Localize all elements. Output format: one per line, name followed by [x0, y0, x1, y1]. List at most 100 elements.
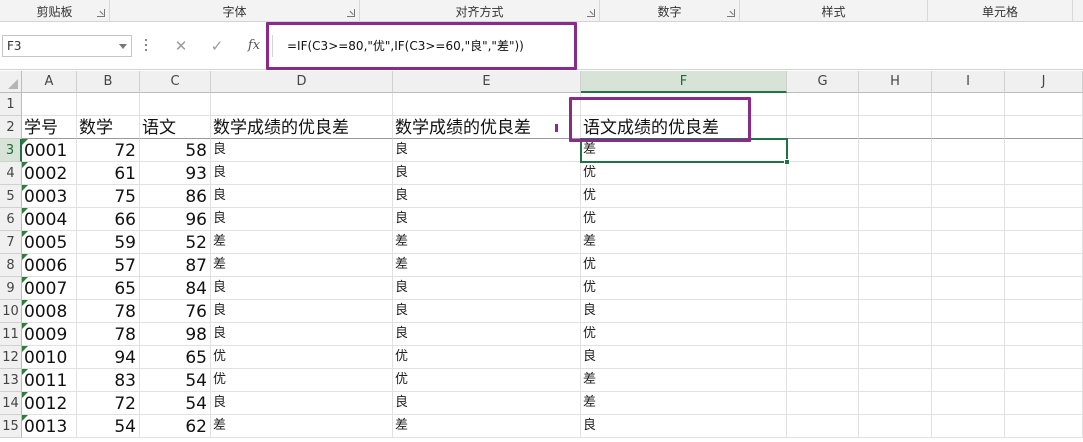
grid-cell[interactable]: 优 — [211, 346, 393, 369]
grid-cell[interactable] — [787, 185, 859, 208]
grid-cell[interactable] — [1005, 231, 1083, 254]
grid-cell[interactable] — [1005, 93, 1083, 116]
grid-cell[interactable] — [859, 185, 932, 208]
grid-cell[interactable] — [859, 300, 932, 323]
grid-cell[interactable] — [859, 415, 932, 438]
grid-cell[interactable] — [787, 93, 859, 116]
grid-cell[interactable]: 良 — [581, 415, 787, 438]
grid-cell[interactable]: 59 — [77, 231, 140, 254]
grid-cell[interactable]: 98 — [140, 323, 211, 346]
name-box[interactable]: F3 — [2, 35, 132, 57]
grid-cell[interactable]: 65 — [140, 346, 211, 369]
grid-cell[interactable] — [859, 392, 932, 415]
grid-cell[interactable]: 65 — [77, 277, 140, 300]
grid-cell[interactable]: 0002 — [22, 162, 77, 185]
grid-cell[interactable] — [932, 392, 1005, 415]
column-header[interactable]: H — [859, 71, 932, 93]
grid-cell[interactable]: 良 — [581, 300, 787, 323]
grid-cell[interactable]: 良 — [211, 392, 393, 415]
grid-cell[interactable]: 差 — [211, 254, 393, 277]
grid-cell[interactable]: 84 — [140, 277, 211, 300]
row-header[interactable]: 6 — [0, 208, 22, 231]
grid-cell[interactable]: 0012 — [22, 392, 77, 415]
grid-cell[interactable] — [1005, 346, 1083, 369]
grid-cell[interactable] — [932, 139, 1005, 162]
grid-cell[interactable]: 58 — [140, 139, 211, 162]
grid-cell[interactable] — [77, 93, 140, 116]
grid-cell[interactable]: 54 — [77, 415, 140, 438]
row-header[interactable]: 2 — [0, 116, 22, 139]
grid-cell[interactable]: 优 — [581, 254, 787, 277]
row-header[interactable]: 9 — [0, 277, 22, 300]
grid-cell[interactable] — [932, 300, 1005, 323]
fill-handle[interactable] — [784, 159, 790, 165]
grid-cell[interactable] — [859, 162, 932, 185]
grid-cell[interactable]: 良 — [393, 185, 581, 208]
grid-cell[interactable] — [1005, 208, 1083, 231]
grid-cell[interactable] — [932, 231, 1005, 254]
grid-cell[interactable]: 数学成绩的优良差 — [393, 116, 581, 139]
grid-cell[interactable]: 0003 — [22, 185, 77, 208]
grid-cell[interactable] — [932, 415, 1005, 438]
column-header[interactable]: E — [393, 71, 581, 93]
insert-function-icon[interactable]: fx — [243, 35, 265, 57]
grid-cell[interactable]: 语文 — [140, 116, 211, 139]
grid-cell[interactable]: 良 — [393, 392, 581, 415]
grid-cell[interactable]: 54 — [140, 369, 211, 392]
row-header[interactable]: 10 — [0, 300, 22, 323]
grid-cell[interactable] — [581, 93, 787, 116]
grid-cell[interactable]: 62 — [140, 415, 211, 438]
grid-cell[interactable] — [932, 162, 1005, 185]
grid-cell[interactable] — [932, 185, 1005, 208]
grid-cell[interactable] — [1005, 254, 1083, 277]
grid-cell[interactable]: 优 — [211, 369, 393, 392]
grid-cell[interactable]: 良 — [211, 277, 393, 300]
grid-cell[interactable]: 优 — [581, 277, 787, 300]
grid-cell[interactable] — [859, 254, 932, 277]
grid-cell[interactable] — [787, 116, 859, 139]
grid-cell[interactable]: 良 — [393, 300, 581, 323]
grid-cell[interactable]: 良 — [393, 139, 581, 162]
dialog-launcher-icon[interactable] — [727, 9, 735, 17]
chevron-down-icon[interactable] — [119, 44, 127, 49]
enter-icon[interactable]: ✓ — [206, 35, 228, 57]
grid-cell[interactable]: 0007 — [22, 277, 77, 300]
grid-cell[interactable]: 良 — [393, 323, 581, 346]
grid-cell[interactable]: 61 — [77, 162, 140, 185]
grid-cell[interactable] — [932, 369, 1005, 392]
grid-cell[interactable]: 0011 — [22, 369, 77, 392]
column-header[interactable]: J — [1005, 71, 1083, 93]
grid-cell[interactable]: 良 — [211, 323, 393, 346]
grid-cell[interactable]: 良 — [211, 162, 393, 185]
grid-cell[interactable]: 83 — [77, 369, 140, 392]
grid-cell[interactable]: 57 — [77, 254, 140, 277]
grid-cell[interactable] — [859, 277, 932, 300]
grid-cell[interactable] — [859, 208, 932, 231]
grid-cell[interactable] — [859, 116, 932, 139]
grid-cell[interactable]: 良 — [393, 208, 581, 231]
grid-cell[interactable] — [1005, 415, 1083, 438]
grid-cell[interactable] — [1005, 185, 1083, 208]
grid-cell[interactable]: 87 — [140, 254, 211, 277]
grid-cell[interactable] — [787, 231, 859, 254]
grid-cell[interactable]: 78 — [77, 300, 140, 323]
row-header[interactable]: 14 — [0, 392, 22, 415]
row-header[interactable]: 4 — [0, 162, 22, 185]
grid-cell[interactable]: 0001 — [22, 139, 77, 162]
grid-cell[interactable]: 优 — [581, 208, 787, 231]
row-header[interactable]: 12 — [0, 346, 22, 369]
formula-input[interactable]: =IF(C3>=80,"优",IF(C3>=60,"良","差")) — [272, 35, 1080, 57]
grid-cell[interactable] — [787, 139, 859, 162]
row-header[interactable]: 1 — [0, 93, 22, 116]
grid-cell[interactable] — [932, 116, 1005, 139]
grid-cell[interactable] — [859, 323, 932, 346]
grid-cell[interactable] — [932, 254, 1005, 277]
grid-cell[interactable] — [787, 162, 859, 185]
grid-cell[interactable]: 0004 — [22, 208, 77, 231]
grid-cell[interactable] — [22, 93, 77, 116]
grid-cell[interactable] — [859, 346, 932, 369]
row-header[interactable]: 15 — [0, 415, 22, 438]
grid-cell[interactable]: 差 — [393, 415, 581, 438]
grid-cell[interactable]: 86 — [140, 185, 211, 208]
row-header[interactable]: 3 — [0, 139, 22, 162]
